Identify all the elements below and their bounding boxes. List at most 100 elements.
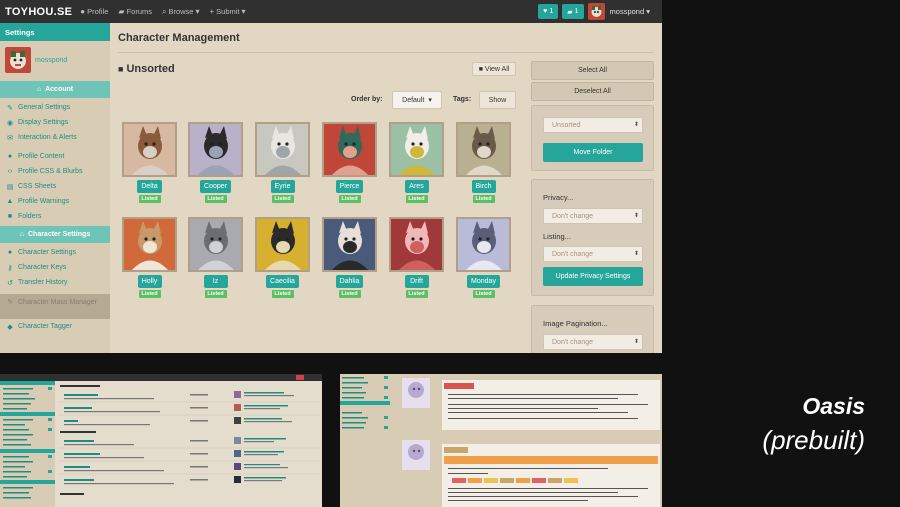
view-all-label: View All — [484, 65, 510, 73]
character-thumbnail[interactable] — [389, 217, 444, 272]
sidebar-item-display-settings[interactable]: ◉ Display Settings — [0, 115, 110, 130]
character-card[interactable]: Pierce Listed — [322, 122, 377, 203]
sidebar-item-profile-css[interactable]: ‹› Profile CSS & Blurbs — [0, 164, 110, 179]
theme-name: Oasis — [802, 393, 865, 419]
privacy-select[interactable]: Don't change ⬍ — [543, 208, 643, 224]
character-name-button[interactable]: Birch — [471, 180, 496, 193]
folder-select[interactable]: Unsorted ⬍ — [543, 117, 643, 133]
character-thumbnail[interactable] — [122, 217, 177, 272]
notifications-badge[interactable]: ♥ 1 — [538, 4, 559, 19]
character-name-button[interactable]: Pierce — [335, 180, 364, 193]
caret-updown-icon: ⬍ — [633, 339, 639, 345]
character-name-button[interactable]: Eyrie — [270, 180, 295, 193]
sidebar-item-label: CSS Sheets — [18, 183, 57, 190]
sidebar-user[interactable]: mosspond — [0, 41, 110, 79]
folder-title-label: Unsorted — [126, 63, 175, 75]
code-icon: ‹› — [7, 168, 13, 175]
order-by-select[interactable]: Default ▾ — [392, 91, 442, 109]
sidebar-item-label: Character Tagger — [18, 323, 72, 330]
nav-username[interactable]: mosspond ▾ — [610, 7, 650, 16]
tags-show-button[interactable]: Show — [479, 91, 516, 109]
nav-profile[interactable]: ● Profile — [80, 7, 108, 16]
settings-sidebar: Settings mosspond ⌂ Account ✎ General Sett… — [0, 23, 110, 353]
listing-select[interactable]: Don't change ⬍ — [543, 246, 643, 262]
character-thumbnail[interactable] — [122, 122, 177, 177]
sidebar-item-character-keys[interactable]: ⚷ Character Keys — [0, 260, 110, 275]
caret-updown-icon: ⬍ — [633, 122, 639, 128]
envelope-icon: ✉ — [7, 134, 13, 142]
privacy-select-value: Don't change — [552, 212, 594, 220]
sidebar-item-interaction-alerts[interactable]: ✉ Interaction & Alerts — [0, 130, 110, 145]
deselect-all-button[interactable]: Deselect All — [531, 82, 654, 101]
character-thumbnail[interactable] — [389, 122, 444, 177]
character-name-button[interactable]: Caecilia — [266, 275, 299, 288]
account-icon: ⌂ — [36, 86, 42, 93]
select-all-button[interactable]: Select All — [531, 61, 654, 80]
character-card[interactable]: Caecilia Listed — [255, 217, 310, 298]
user-icon: ● — [7, 153, 13, 160]
character-card[interactable]: Eyrie Listed — [255, 122, 310, 203]
folder-icon: ■ — [7, 213, 13, 220]
character-name-button[interactable]: Delta — [137, 180, 162, 193]
listed-badge: Listed — [138, 195, 161, 203]
sidebar-item-mass-manager[interactable]: ✎ Character Mass Manager — [0, 294, 110, 319]
character-card[interactable]: Delta Listed — [122, 122, 177, 203]
nav-browse[interactable]: ⌕ Browse ▾ — [162, 7, 200, 17]
pagination-select[interactable]: Don't change ⬍ — [543, 334, 643, 350]
sidebar-item-profile-warnings[interactable]: ▲ Profile Warnings — [0, 194, 110, 209]
comments-icon: ▰ — [567, 8, 573, 16]
character-card[interactable]: Cooper Listed — [188, 122, 243, 203]
key-icon: ⚷ — [7, 264, 13, 272]
messages-badge[interactable]: ▰ 1 — [562, 4, 584, 19]
sidebar-item-general-settings[interactable]: ✎ General Settings — [0, 100, 110, 115]
sidebar-item-transfer-history[interactable]: ↺ Transfer History — [0, 275, 110, 290]
folder-select-value: Unsorted — [552, 121, 581, 129]
site-brand[interactable]: TOYHOU.SE — [5, 6, 72, 18]
character-thumbnail[interactable] — [456, 217, 511, 272]
nav-forums[interactable]: ▰ Forums — [118, 7, 152, 16]
sidebar-section-character: ⌂ Character Settings — [0, 226, 110, 243]
character-name-button[interactable]: Cooper — [200, 180, 231, 193]
character-thumbnail[interactable] — [456, 122, 511, 177]
character-card[interactable]: Ares Listed — [389, 122, 444, 203]
character-thumbnail[interactable] — [255, 217, 310, 272]
avatar[interactable] — [587, 3, 605, 20]
character-thumbnail[interactable] — [322, 217, 377, 272]
nav-submit[interactable]: + Submit ▾ — [210, 7, 246, 16]
character-thumbnail[interactable] — [255, 122, 310, 177]
listed-badge: Listed — [472, 290, 495, 298]
sidebar-username: mosspond — [35, 56, 68, 64]
character-card[interactable]: Monday Listed — [456, 217, 511, 298]
character-thumbnail[interactable] — [188, 122, 243, 177]
character-name-button[interactable]: Ares — [404, 180, 429, 193]
sidebar-item-folders[interactable]: ■ Folders — [0, 209, 110, 224]
character-name-button[interactable]: Holly — [137, 275, 162, 288]
update-privacy-button[interactable]: Update Privacy Settings — [543, 267, 643, 286]
character-thumbnail[interactable] — [188, 217, 243, 272]
nav-submit-label: Submit — [216, 7, 240, 16]
caret-updown-icon: ⬍ — [633, 251, 639, 257]
view-all-button[interactable]: ■ View All — [472, 62, 516, 76]
character-card[interactable]: Holly Listed — [122, 217, 177, 298]
eye-icon: ◉ — [6, 119, 14, 127]
character-card[interactable]: Drift Listed — [389, 217, 444, 298]
move-folder-button[interactable]: Move Folder — [543, 143, 643, 162]
character-card[interactable]: Dahlia Listed — [322, 217, 377, 298]
character-name-button[interactable]: Dahlia — [335, 275, 364, 288]
character-name-button[interactable]: Drift — [404, 275, 429, 288]
tag-icon: ◆ — [7, 323, 13, 331]
sidebar-item-profile-content[interactable]: ● Profile Content — [0, 149, 110, 164]
character-card[interactable]: Iz Listed — [188, 217, 243, 298]
sidebar-item-character-tagger[interactable]: ◆ Character Tagger — [0, 319, 110, 334]
folder-title: ■ Unsorted — [118, 63, 175, 75]
character-card[interactable]: Birch Listed — [456, 122, 511, 203]
character-name-button[interactable]: Iz — [203, 275, 228, 288]
sidebar-item-css-sheets[interactable]: ▤ CSS Sheets — [0, 179, 110, 194]
sidebar-item-character-settings[interactable]: ● Character Settings — [0, 245, 110, 260]
character-thumbnail[interactable] — [322, 122, 377, 177]
listed-badge: Listed — [138, 290, 161, 298]
character-name-button[interactable]: Monday — [467, 275, 500, 288]
order-by-value: Default — [402, 96, 425, 104]
search-icon: ⌕ — [161, 6, 167, 16]
pagination-panel: Image Pagination... Don't change ⬍ — [531, 305, 654, 353]
